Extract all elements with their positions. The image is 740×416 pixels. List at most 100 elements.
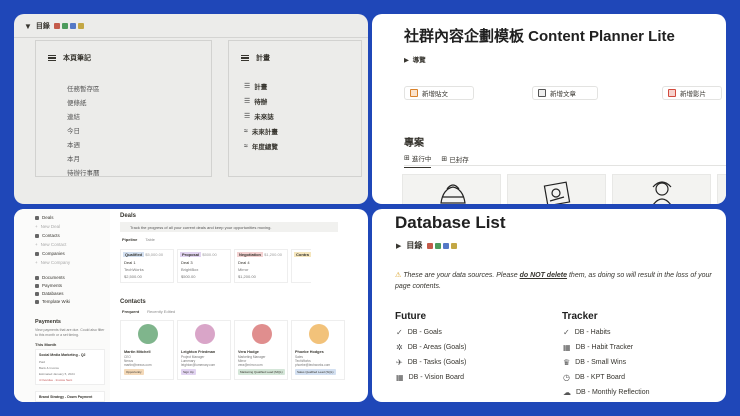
tasks-icon: ✈ — [396, 358, 403, 367]
stage-total: $5,000.00 — [145, 252, 164, 257]
db-link-label: DB - Monthly Reflection — [576, 389, 650, 396]
documents-icon — [35, 275, 39, 280]
notes-link[interactable]: 待辦行事曆 — [67, 167, 100, 177]
sidebar-item-databases[interactable]: Databases — [35, 291, 64, 296]
toggle-icon[interactable]: ▶ — [404, 57, 409, 64]
future-heading: Future — [395, 311, 427, 322]
toc-header[interactable]: ▶ 目錄 — [396, 240, 458, 251]
toggle-icon[interactable]: ▼ — [24, 22, 32, 31]
deal-title[interactable]: Deal 1 — [121, 259, 173, 266]
guide-toggle[interactable]: ▶ 導覽 — [404, 54, 426, 64]
deal-title[interactable]: Deal 3 — [178, 259, 230, 266]
contact-card[interactable]: Vera Hodge Marketing Manager Mirror vera… — [234, 320, 288, 380]
tag-dot — [443, 242, 450, 249]
stage-header: Qualified $5,000.00 — [121, 250, 173, 259]
sidebar-item-new-company[interactable]: + New Company — [35, 260, 70, 265]
projects-heading: 專案 — [404, 138, 424, 149]
plan-link[interactable]: ≈ 未來計畫 — [244, 126, 278, 137]
new-article-button[interactable]: 新增文章 — [532, 86, 598, 100]
notes-link[interactable]: 連結 — [67, 111, 80, 121]
contact-card[interactable]: Phoebe Hodges Sales TechWorks phoebe@tec… — [291, 320, 345, 380]
db-link[interactable]: ✓ DB - Habits — [563, 328, 611, 337]
tab-table[interactable]: Table — [145, 237, 155, 242]
project-card[interactable] — [402, 174, 501, 204]
contact-card[interactable]: Leighton Friedman Project Manager Lumena… — [177, 320, 231, 380]
db-link[interactable]: ♛ DB - Small Wins — [563, 358, 626, 367]
plan-link-label: 待辦 — [254, 99, 268, 106]
toggle-icon[interactable]: ▶ — [396, 242, 401, 250]
tab-frequent[interactable]: Frequent — [122, 309, 139, 314]
stage-name: Contra — [294, 252, 311, 257]
deal-value: $2,500.00 — [124, 274, 142, 279]
payment-card[interactable]: Social Media Marketing - Q2 Paid Bank & … — [35, 349, 105, 385]
deal-title[interactable]: Deal 4 — [235, 259, 287, 266]
sidebar-item-companies[interactable]: Companies — [35, 251, 65, 256]
new-video-button[interactable]: 新增影片 — [662, 86, 722, 100]
db-link[interactable]: ▦ DB - Vision Board — [396, 373, 464, 382]
annual-icon: ≈ — [244, 142, 248, 150]
contact-tag: Opportunity — [124, 369, 144, 375]
db-link[interactable]: ☁ DB - Monthly Reflection — [563, 388, 650, 397]
project-card[interactable] — [612, 174, 711, 204]
databases-icon — [35, 291, 39, 296]
sidebar-item-contacts[interactable]: Contacts — [35, 233, 60, 238]
stage-name: Proposal — [180, 252, 202, 257]
sidebar-item-new-contact[interactable]: + New Contact — [35, 242, 66, 247]
deal-company: TechWorks — [124, 267, 144, 272]
guide-label: 導覽 — [412, 57, 426, 64]
tab-recently-edited[interactable]: Recently Edited — [147, 309, 175, 314]
project-card[interactable] — [717, 174, 726, 204]
notes-link[interactable]: 本月 — [67, 153, 80, 163]
plan-link-label: 未來誌 — [254, 114, 274, 121]
notes-link[interactable]: 便條紙 — [67, 97, 87, 107]
notes-box-title: 本頁筆記 — [48, 53, 91, 63]
frame-illustration-icon — [543, 181, 571, 204]
sidebar-item-template-wiki[interactable]: Template Wiki — [35, 299, 70, 304]
db-link[interactable]: ✈ DB - Tasks (Goals) — [396, 358, 466, 367]
stage-column: Proposal $500.00 Deal 3 BrightBox $500.0… — [177, 249, 231, 283]
color-tags — [427, 242, 458, 249]
tag-dot — [53, 23, 60, 29]
habits-icon: ✓ — [563, 328, 570, 337]
plan-link[interactable]: ☰ 計畫 — [244, 81, 267, 91]
payment-line: Bank & Invoice — [39, 366, 60, 370]
new-article-label: 新增文章 — [550, 91, 576, 98]
sidebar-item-payments[interactable]: Payments — [35, 283, 62, 288]
future-plan-icon: ≈ — [244, 127, 248, 135]
sidebar-label: Documents — [42, 275, 65, 280]
db-link[interactable]: ▦ DB - Habit Tracker — [563, 343, 633, 352]
tag-dot — [69, 23, 76, 29]
db-link-label: DB - Habit Tracker — [575, 344, 634, 351]
db-link[interactable]: ✲ DB - Areas (Goals) — [396, 343, 466, 352]
bag-illustration-icon — [440, 184, 466, 204]
project-card[interactable] — [507, 174, 606, 204]
new-post-button[interactable]: 新增貼文 — [404, 86, 474, 100]
plan-link[interactable]: ☰ 待辦 — [244, 96, 267, 106]
database-list-panel: Database List ▶ 目錄 ⚠ These are your data… — [372, 209, 726, 402]
tab-pipeline[interactable]: Pipeline — [122, 237, 137, 242]
db-link[interactable]: ✓ DB - Goals — [396, 328, 442, 337]
notes-link[interactable]: 今日 — [67, 125, 80, 135]
menu-icon — [48, 55, 56, 61]
notes-link[interactable]: 任務暫存區 — [67, 83, 100, 93]
toc-header[interactable]: ▼ 目錄 — [24, 21, 84, 31]
notes-link[interactable]: 本週 — [67, 139, 80, 149]
plan-link[interactable]: ≈ 年度總覽 — [244, 141, 278, 152]
contact-tag: Sign Up — [181, 369, 196, 375]
sidebar-item-documents[interactable]: Documents — [35, 275, 65, 280]
tab-label: 進行中 — [411, 156, 432, 163]
contact-email: vera@mirror.com — [238, 363, 263, 367]
person-illustration-icon — [652, 181, 672, 204]
plan-link[interactable]: ☰ 未來誌 — [244, 111, 274, 121]
stage-column: Qualified $5,000.00 Deal 1 TechWorks $2,… — [120, 249, 174, 283]
contact-card[interactable]: Martin Mitchell CEO Nexus martin@nexus.c… — [120, 320, 174, 380]
payment-card[interactable]: Brand Strategy - Down Payment — [35, 391, 105, 402]
toc-panel: ▼ 目錄 本頁筆記 任務暫存區 便條紙 連結 今日 本週 本月 待辦行事曆 計畫… — [14, 14, 368, 204]
payments-desc: View payments that are due. Could also f… — [35, 328, 105, 337]
sidebar-item-deals[interactable]: Deals — [35, 215, 54, 220]
crm-main: Deals Track the progress of all your cur… — [110, 209, 368, 402]
plan-title-label: 計畫 — [256, 55, 270, 62]
sidebar-item-new-deal[interactable]: + New Deal — [35, 224, 60, 229]
db-link[interactable]: ◷ DB - KPT Board — [563, 373, 625, 382]
contacts-heading: Contacts — [120, 299, 146, 305]
